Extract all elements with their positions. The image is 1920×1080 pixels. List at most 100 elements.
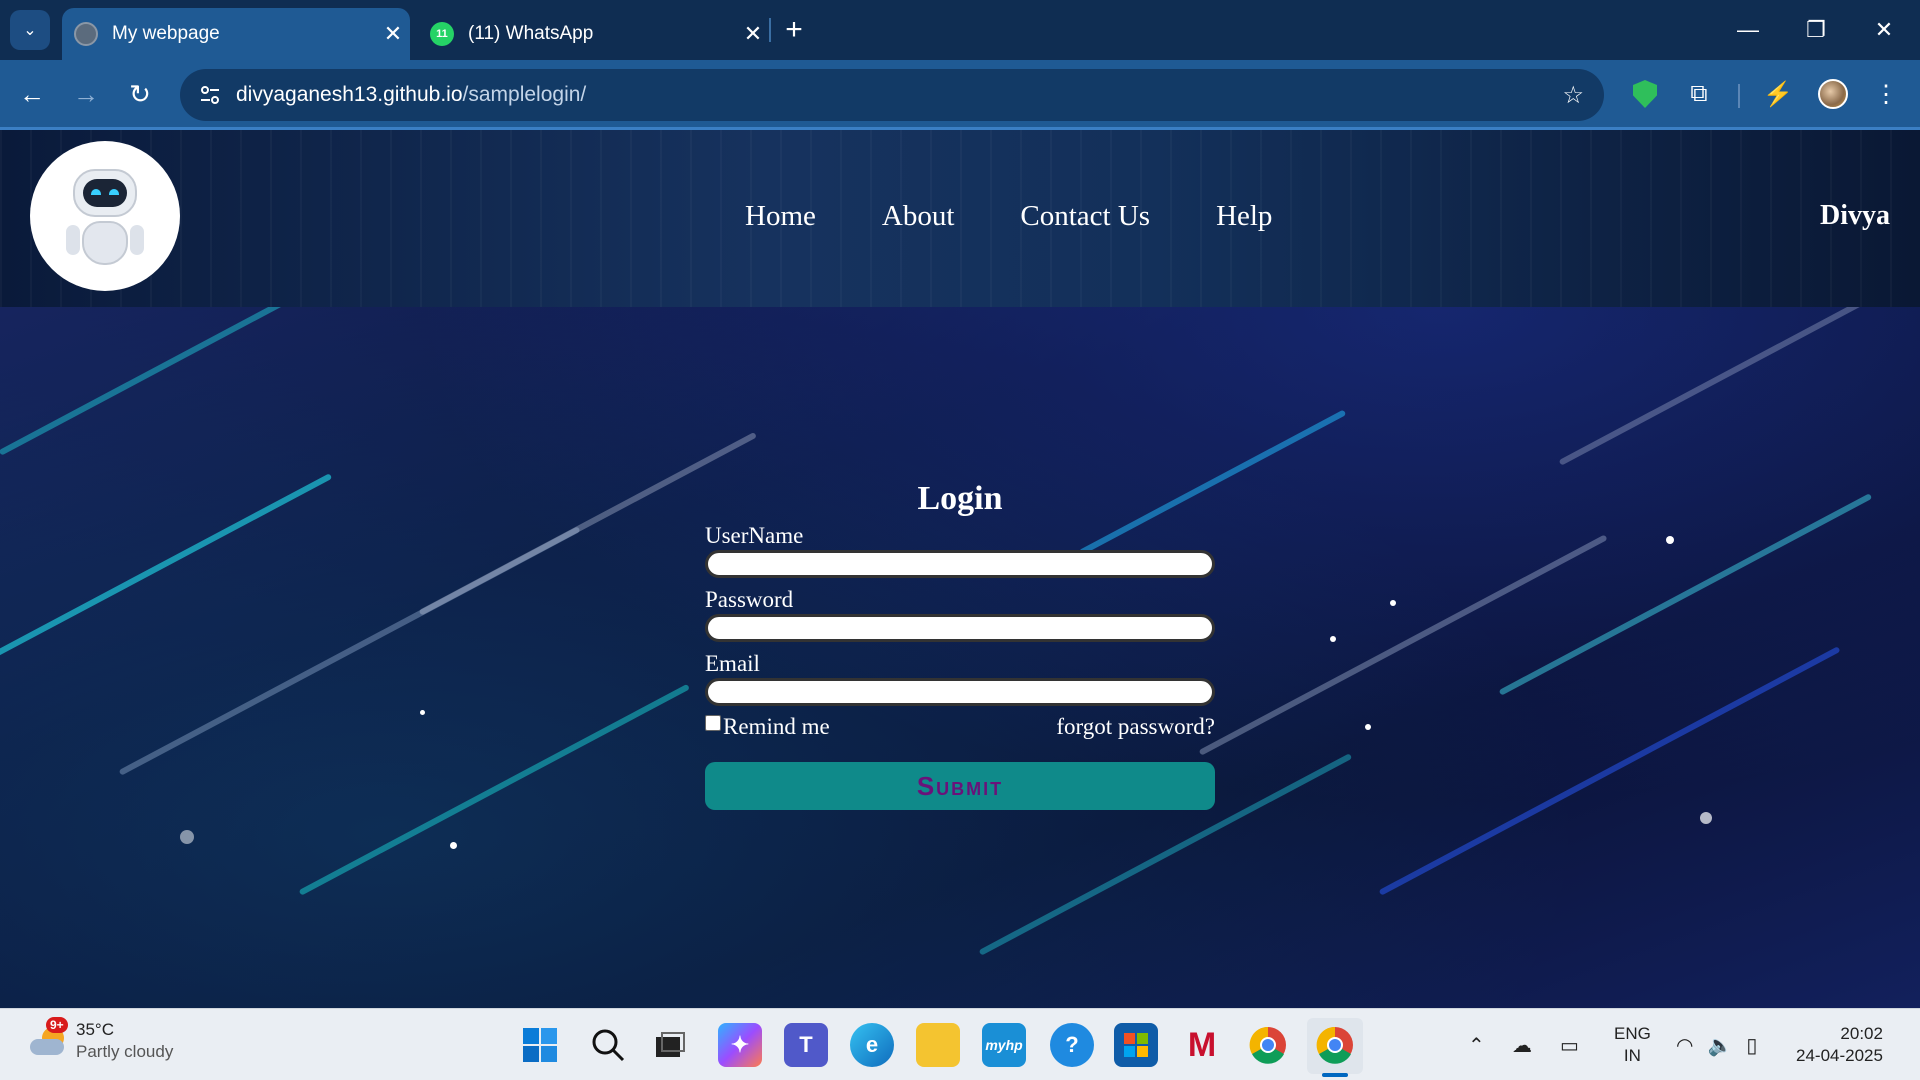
toolbar-separator: [1738, 84, 1740, 108]
tab-whatsapp[interactable]: 11 (11) WhatsApp ✕: [418, 8, 770, 60]
user-name: Divya: [1820, 200, 1890, 231]
reload-button[interactable]: ↻: [120, 74, 160, 114]
username-input[interactable]: [705, 550, 1215, 578]
tab-title: (11) WhatsApp: [468, 23, 594, 44]
more-vertical-icon: ⋮: [1874, 80, 1898, 108]
star-dot: [1365, 724, 1371, 730]
wifi-icon: ◠: [1676, 1034, 1694, 1057]
weather-temperature: 35°C: [76, 1020, 114, 1039]
address-bar[interactable]: divyaganesh13.github.io/samplelogin/ ☆: [180, 69, 1604, 121]
bookmark-star-icon[interactable]: ☆: [1562, 81, 1584, 110]
keyboard-icon: ▭: [1560, 1034, 1579, 1057]
site-info-icon[interactable]: [196, 81, 224, 109]
email-label: Email: [705, 651, 760, 676]
close-window-button[interactable]: ✕: [1850, 0, 1918, 60]
browser-toolbar: ← → ↻ divyaganesh13.github.io/samplelogi…: [0, 60, 1920, 130]
star-dot: [1666, 536, 1674, 544]
onedrive-button[interactable]: ☁: [1512, 1009, 1532, 1080]
copilot-button[interactable]: ✦: [718, 1023, 762, 1067]
copilot-icon: ✦: [730, 1032, 750, 1057]
task-view-button[interactable]: [648, 1023, 692, 1067]
tablet-button[interactable]: ▭: [1560, 1009, 1579, 1080]
battery-icon: ▯: [1746, 1034, 1758, 1057]
myhp-button[interactable]: myhp: [982, 1023, 1026, 1067]
teams-button[interactable]: T: [784, 1023, 828, 1067]
username-label: UserName: [705, 523, 804, 548]
extensions-button[interactable]: ⧉: [1679, 74, 1719, 114]
mcafee-button[interactable]: M: [1180, 1023, 1224, 1067]
language-code: ENG: [1614, 1024, 1651, 1043]
weather-widget[interactable]: 9+ 35°C Partly cloudy: [28, 1017, 173, 1063]
robot-eye: [109, 189, 119, 195]
mcafee-shield-icon: M: [1187, 1025, 1217, 1064]
file-explorer-button[interactable]: [916, 1023, 960, 1067]
myhp-icon: myhp: [985, 1037, 1023, 1053]
light-streak: [0, 473, 333, 676]
windows-logo-icon: [523, 1028, 557, 1062]
speed-icon: ⚡: [1763, 80, 1793, 108]
browser-tab-strip: ⌄ My webpage ✕ 11 (11) WhatsApp ✕ + — ❐ …: [0, 0, 1920, 60]
get-help-button[interactable]: ?: [1050, 1023, 1094, 1067]
profile-button[interactable]: [1813, 74, 1853, 114]
nav-home-link[interactable]: Home: [745, 200, 816, 233]
light-streak: [1558, 291, 1880, 466]
url-text: divyaganesh13.github.io/samplelogin/: [236, 83, 586, 107]
new-tab-button[interactable]: +: [776, 12, 812, 48]
language-indicator[interactable]: ENG IN: [1614, 1009, 1651, 1080]
arrow-left-icon: ←: [19, 78, 45, 109]
language-region: IN: [1623, 1046, 1641, 1065]
robot-body: [82, 221, 128, 265]
close-tab-icon[interactable]: ✕: [376, 21, 410, 47]
remember-checkbox-group: Remind me: [705, 714, 830, 740]
performance-button[interactable]: ⚡: [1758, 74, 1798, 114]
chrome-icon: [1316, 1026, 1353, 1064]
submit-button[interactable]: Submit: [705, 762, 1215, 810]
back-button[interactable]: ←: [12, 74, 52, 114]
menu-button[interactable]: ⋮: [1866, 74, 1906, 114]
adblock-extension-button[interactable]: [1625, 74, 1665, 114]
site-navigation: Home About Contact Us Help: [745, 200, 1272, 233]
star-dot: [1330, 636, 1336, 642]
robot-logo[interactable]: [30, 141, 180, 291]
task-view-icon: [656, 1032, 685, 1057]
close-tab-icon[interactable]: ✕: [736, 21, 770, 47]
weather-text: 35°C Partly cloudy: [76, 1019, 173, 1063]
nav-help-link[interactable]: Help: [1216, 200, 1272, 233]
nav-contact-link[interactable]: Contact Us: [1020, 200, 1150, 233]
tab-my-webpage[interactable]: My webpage ✕: [62, 8, 410, 60]
remember-checkbox[interactable]: [705, 715, 721, 731]
clock[interactable]: 20:02 24-04-2025: [1796, 1009, 1883, 1080]
forgot-password-link[interactable]: forgot password?: [1056, 714, 1215, 740]
chrome-profile-button[interactable]: [1313, 1023, 1357, 1067]
star-dot: [420, 710, 425, 715]
tab-search-button[interactable]: ⌄: [10, 10, 50, 50]
chrome-button[interactable]: [1246, 1023, 1290, 1067]
robot-arm: [130, 225, 144, 255]
quick-settings-button[interactable]: ◠ 🔈 ▯: [1676, 1009, 1757, 1080]
edge-button[interactable]: e: [850, 1023, 894, 1067]
restore-button[interactable]: ❐: [1782, 0, 1850, 60]
tab-title: My webpage: [112, 23, 220, 44]
light-streak: [1378, 646, 1841, 896]
cloud-shape: [30, 1039, 64, 1055]
search-icon: [592, 1029, 625, 1062]
forward-button[interactable]: →: [66, 74, 106, 114]
puzzle-icon: ⧉: [1690, 80, 1708, 107]
nav-about-link[interactable]: About: [882, 200, 955, 233]
password-input[interactable]: [705, 614, 1215, 642]
start-button[interactable]: [518, 1023, 562, 1067]
taskbar: 9+ 35°C Partly cloudy ✦ T e myhp ? M ⌃ ☁…: [0, 1008, 1920, 1080]
chrome-icon: [1249, 1026, 1286, 1064]
show-hidden-icons-button[interactable]: ⌃: [1468, 1009, 1485, 1080]
minimize-button[interactable]: —: [1714, 0, 1782, 60]
avatar: [1818, 79, 1848, 109]
robot-eye: [91, 189, 101, 195]
light-streak: [298, 683, 690, 896]
microsoft-store-button[interactable]: [1114, 1023, 1158, 1067]
globe-icon: [74, 22, 98, 46]
weather-condition: Partly cloudy: [76, 1042, 174, 1061]
cloud-icon: ☁: [1512, 1034, 1532, 1057]
email-input[interactable]: [705, 678, 1215, 706]
remember-label: Remind me: [723, 714, 830, 739]
search-button[interactable]: [586, 1023, 630, 1067]
